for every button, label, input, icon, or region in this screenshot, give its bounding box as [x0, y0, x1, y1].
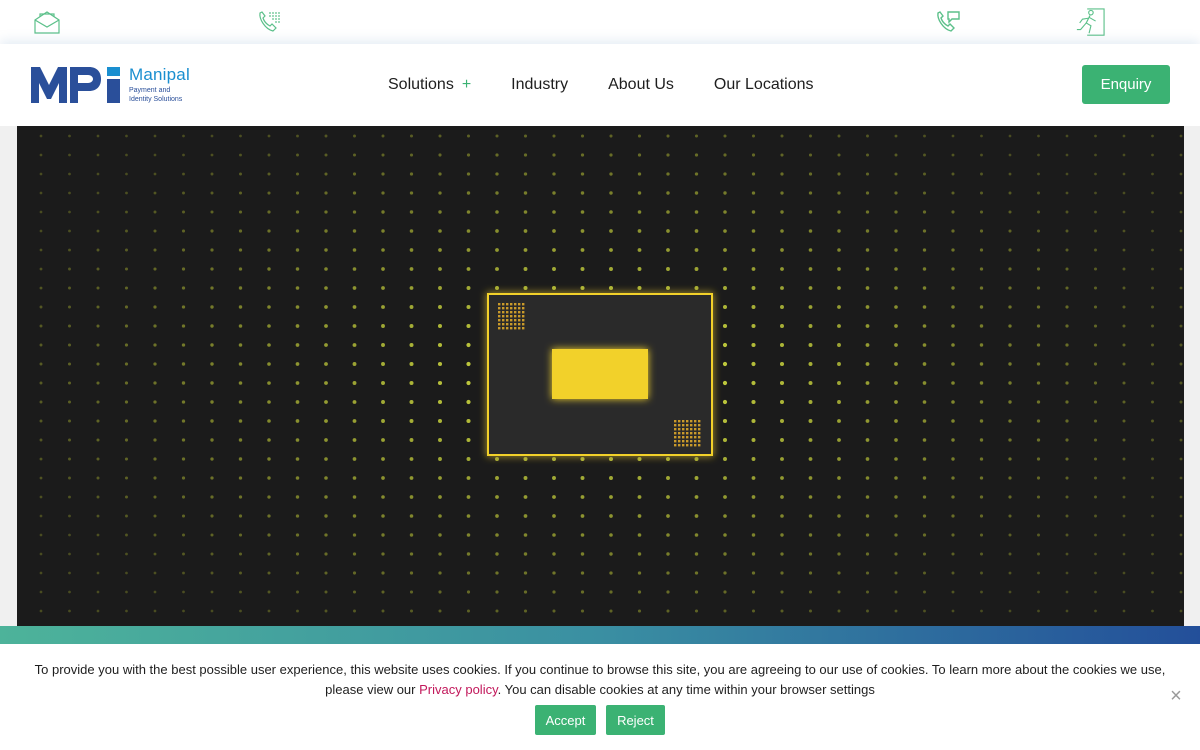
nav-item-label: Solutions — [388, 76, 454, 93]
cookie-actions: Accept Reject — [0, 705, 1200, 735]
accept-button[interactable]: Accept — [535, 705, 596, 735]
exit-run-icon[interactable] — [1075, 8, 1105, 36]
privacy-policy-link[interactable]: Privacy policy — [419, 682, 498, 697]
logo-mark-icon — [31, 67, 120, 103]
phone-dialpad-icon[interactable] — [255, 8, 285, 36]
cookie-banner: To provide you with the best possible us… — [0, 644, 1200, 750]
hero-video[interactable] — [17, 126, 1184, 626]
nav-item-label: Our Locations — [713, 76, 814, 93]
cookie-message: To provide you with the best possible us… — [20, 660, 1180, 700]
nav-item-our-locations[interactable]: Our Locations — [714, 76, 814, 94]
nav-item-solutions[interactable]: Solutions + — [388, 76, 471, 94]
close-icon[interactable]: × — [1166, 686, 1186, 706]
nav-item-industry[interactable]: Industry — [511, 76, 568, 94]
cookie-text-after: . You can disable cookies at any time wi… — [497, 682, 875, 697]
phone-chat-icon[interactable] — [933, 8, 963, 36]
logo-tagline-2: Identity Solutions — [129, 96, 183, 103]
chip-card — [487, 293, 713, 456]
nav-item-label: About Us — [608, 76, 674, 93]
nav-item-label: Industry — [511, 76, 569, 93]
mail-open-icon[interactable] — [32, 8, 62, 36]
reject-button[interactable]: Reject — [606, 705, 665, 735]
main-nav: Solutions + Industry About Us Our Locati… — [388, 44, 854, 126]
logo-tagline-1: Payment and — [129, 87, 171, 94]
plus-icon[interactable]: + — [462, 76, 471, 94]
logo-text: Manipal Payment and Identity Solutions — [129, 66, 190, 104]
logo-name: Manipal — [129, 65, 190, 84]
top-utility-bar — [0, 0, 1200, 44]
enquiry-button[interactable]: Enquiry — [1082, 65, 1170, 104]
site-header: Manipal Payment and Identity Solutions S… — [0, 44, 1200, 126]
hero-section — [0, 126, 1200, 626]
site-logo[interactable]: Manipal Payment and Identity Solutions — [31, 64, 201, 106]
gradient-strip — [0, 626, 1200, 644]
nav-item-about-us[interactable]: About Us — [608, 76, 674, 94]
hero-illustration — [39, 134, 1183, 613]
